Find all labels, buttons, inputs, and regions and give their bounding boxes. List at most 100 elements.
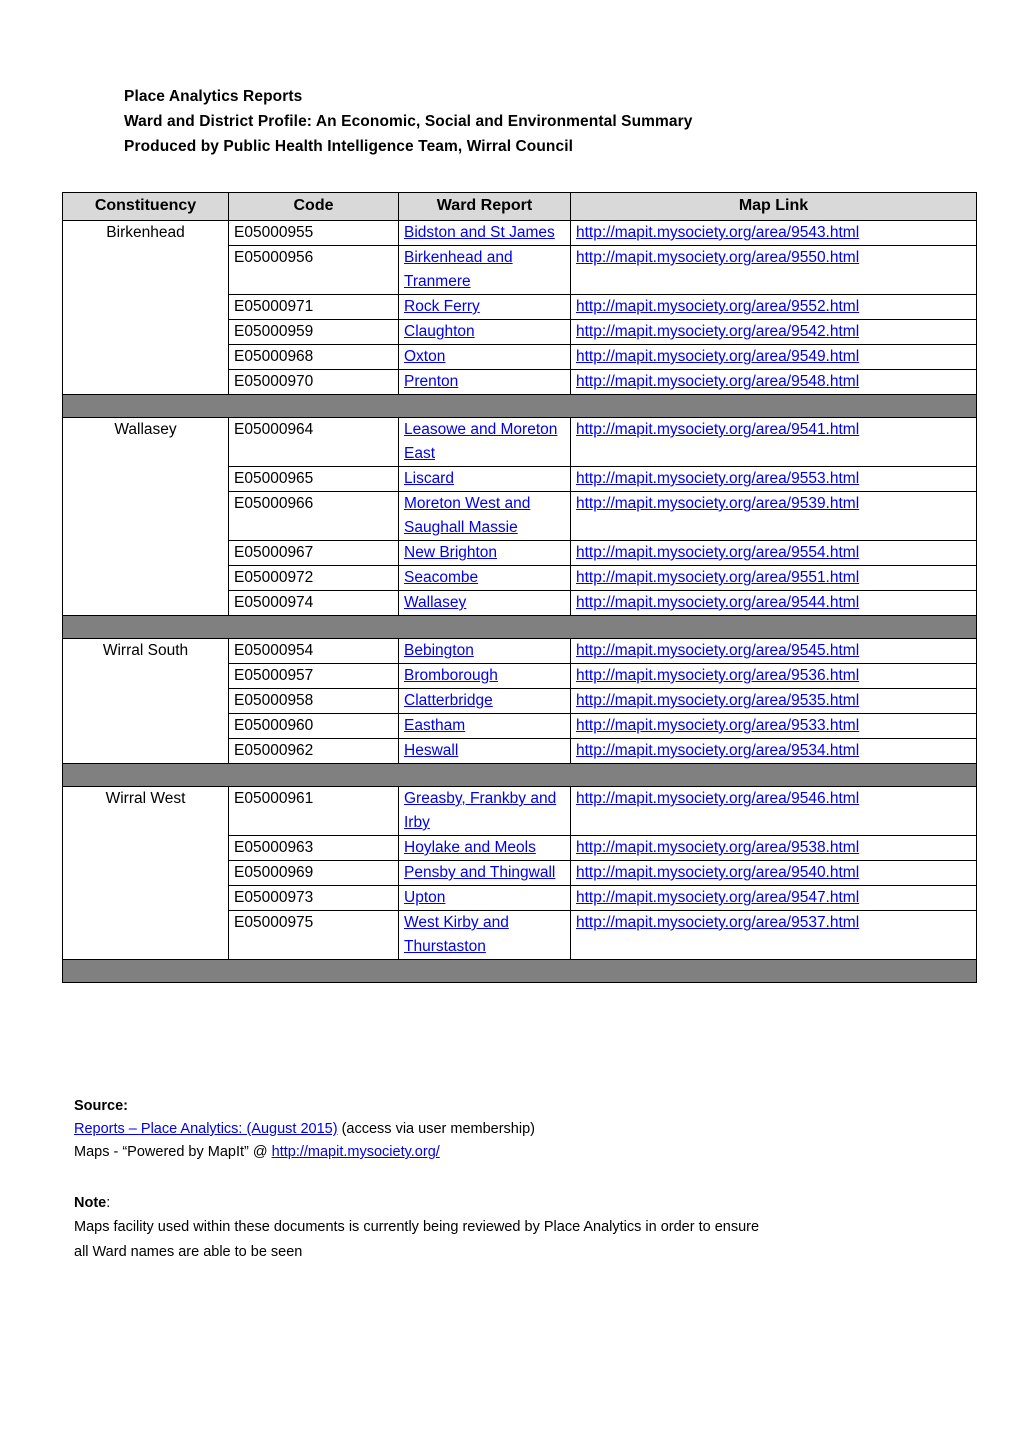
map-link[interactable]: http://mapit.mysociety.org/area/9538.htm…: [576, 839, 859, 856]
map-link[interactable]: http://mapit.mysociety.org/area/9539.htm…: [576, 495, 859, 512]
map-link-cell: http://mapit.mysociety.org/area/9548.htm…: [570, 369, 977, 395]
note-line-1: Maps facility used within these document…: [74, 1219, 760, 1235]
group-separator-band: [62, 394, 977, 418]
table-row: Wallasey E05000964 Leasowe and Moreton Eas…: [62, 417, 977, 616]
ward-report-link[interactable]: Wallasey: [404, 594, 466, 611]
map-link[interactable]: http://mapit.mysociety.org/area/9540.htm…: [576, 864, 859, 881]
ward-report-link[interactable]: Seacombe: [404, 569, 478, 586]
ward-report-cell: Prenton: [398, 369, 571, 395]
ward-report-link[interactable]: Clatterbridge: [404, 692, 493, 709]
map-link[interactable]: http://mapit.mysociety.org/area/9536.htm…: [576, 667, 859, 684]
ward-report-link[interactable]: Bidston and St James: [404, 224, 555, 241]
ward-report-cell: Eastham: [398, 713, 571, 739]
map-link-cell: http://mapit.mysociety.org/area/9542.htm…: [570, 319, 977, 345]
ward-code-cell: E05000967: [228, 540, 399, 566]
ward-code-cell: E05000961: [228, 786, 399, 836]
ward-report-cell: Heswall: [398, 738, 571, 764]
map-link[interactable]: http://mapit.mysociety.org/area/9551.htm…: [576, 569, 859, 586]
table-body: Birkenhead E05000955 Bidston and St James h…: [62, 220, 977, 983]
ward-code-cell: E05000971: [228, 294, 399, 320]
page-title: Place Analytics Reports Ward and Distric…: [124, 84, 924, 159]
ward-code-cell: E05000974: [228, 590, 399, 616]
source-report-line: Reports – Place Analytics: (August 2015)…: [74, 1118, 954, 1141]
ward-report-link[interactable]: Hoylake and Meols: [404, 839, 536, 856]
ward-report-link[interactable]: Birkenhead and Tranmere: [404, 249, 513, 290]
ward-report-link[interactable]: Oxton: [404, 348, 445, 365]
ward-report-cell: New Brighton: [398, 540, 571, 566]
map-link[interactable]: http://mapit.mysociety.org/area/9553.htm…: [576, 470, 859, 487]
ward-report-link[interactable]: New Brighton: [404, 544, 497, 561]
ward-report-link[interactable]: Bebington: [404, 642, 474, 659]
ward-report-link[interactable]: Upton: [404, 889, 445, 906]
map-link[interactable]: http://mapit.mysociety.org/area/9537.htm…: [576, 914, 859, 931]
ward-report-link[interactable]: Pensby and Thingwall: [404, 864, 555, 881]
group-separator-band: [62, 959, 977, 983]
ward-report-cell: Pensby and Thingwall: [398, 860, 571, 886]
map-link-cell: http://mapit.mysociety.org/area/9539.htm…: [570, 491, 977, 541]
ward-code-cell: E05000975: [228, 910, 399, 960]
ward-report-cell: Rock Ferry: [398, 294, 571, 320]
ward-code-cell: E05000969: [228, 860, 399, 886]
map-link[interactable]: http://mapit.mysociety.org/area/9549.htm…: [576, 348, 859, 365]
ward-report-link[interactable]: Eastham: [404, 717, 465, 734]
map-link[interactable]: http://mapit.mysociety.org/area/9545.htm…: [576, 642, 859, 659]
ward-code-cell: E05000959: [228, 319, 399, 345]
source-label-text: Source:: [74, 1098, 128, 1114]
ward-report-link[interactable]: Liscard: [404, 470, 454, 487]
map-link-cell: http://mapit.mysociety.org/area/9538.htm…: [570, 835, 977, 861]
note-line-2: all Ward names are able to be seen: [74, 1244, 303, 1260]
ward-report-cell: Oxton: [398, 344, 571, 370]
ward-code-cell: E05000955: [228, 220, 399, 246]
map-link[interactable]: http://mapit.mysociety.org/area/9544.htm…: [576, 594, 859, 611]
ward-report-link[interactable]: Bromborough: [404, 667, 498, 684]
map-link[interactable]: http://mapit.mysociety.org/area/9535.htm…: [576, 692, 859, 709]
map-link[interactable]: http://mapit.mysociety.org/area/9552.htm…: [576, 298, 859, 315]
ward-report-link[interactable]: West Kirby and Thurstaston: [404, 914, 509, 955]
ward-code-cell: E05000957: [228, 663, 399, 689]
map-link[interactable]: http://mapit.mysociety.org/area/9534.htm…: [576, 742, 859, 759]
note-label: Note:: [74, 1192, 954, 1215]
ward-code-cell: E05000954: [228, 638, 399, 664]
table-header-row: Constituency Code Ward Report Map Link: [62, 192, 977, 221]
map-link[interactable]: http://mapit.mysociety.org/area/9554.htm…: [576, 544, 859, 561]
map-link-cell: http://mapit.mysociety.org/area/9533.htm…: [570, 713, 977, 739]
table-row: Wirral West E05000961 Greasby, Frankby and…: [62, 786, 977, 960]
source-label: Source:: [74, 1095, 954, 1118]
map-link[interactable]: http://mapit.mysociety.org/area/9542.htm…: [576, 323, 859, 340]
ward-report-link[interactable]: Rock Ferry: [404, 298, 480, 315]
ward-report-link[interactable]: Moreton West and Saughall Massie: [404, 495, 530, 536]
map-link-cell: http://mapit.mysociety.org/area/9549.htm…: [570, 344, 977, 370]
ward-report-cell: Seacombe: [398, 565, 571, 591]
ward-report-cell: Claughton: [398, 319, 571, 345]
column-header-code: Code: [228, 192, 399, 221]
group-separator-row: [62, 763, 977, 787]
map-link-cell: http://mapit.mysociety.org/area/9552.htm…: [570, 294, 977, 320]
map-link[interactable]: http://mapit.mysociety.org/area/9541.htm…: [576, 421, 859, 438]
map-link[interactable]: http://mapit.mysociety.org/area/9550.htm…: [576, 249, 859, 266]
map-link[interactable]: http://mapit.mysociety.org/area/9548.htm…: [576, 373, 859, 390]
map-link-cell: http://mapit.mysociety.org/area/9551.htm…: [570, 565, 977, 591]
ward-report-link[interactable]: Greasby, Frankby and Irby: [404, 790, 556, 831]
map-link-cell: http://mapit.mysociety.org/area/9547.htm…: [570, 885, 977, 911]
mapit-homepage-link[interactable]: http://mapit.mysociety.org/: [272, 1144, 440, 1160]
title-line-2: Ward and District Profile: An Economic, …: [124, 113, 693, 130]
ward-code-cell: E05000973: [228, 885, 399, 911]
ward-report-cell: Bidston and St James: [398, 220, 571, 246]
reports-place-analytics-link[interactable]: Reports – Place Analytics: (August 2015): [74, 1121, 338, 1137]
constituency-cell: Wirral South: [62, 638, 229, 764]
title-line-3: Produced by Public Health Intelligence T…: [124, 138, 574, 155]
map-link[interactable]: http://mapit.mysociety.org/area/9533.htm…: [576, 717, 859, 734]
ward-report-link[interactable]: Heswall: [404, 742, 458, 759]
map-link[interactable]: http://mapit.mysociety.org/area/9543.htm…: [576, 224, 859, 241]
ward-report-link[interactable]: Leasowe and Moreton East: [404, 421, 557, 462]
constituency-cell: Wallasey: [62, 417, 229, 616]
ward-report-cell: Upton: [398, 885, 571, 911]
column-header-constituency: Constituency: [62, 192, 229, 221]
note-label-text: Note: [74, 1195, 107, 1211]
map-link-cell: http://mapit.mysociety.org/area/9535.htm…: [570, 688, 977, 714]
map-link[interactable]: http://mapit.mysociety.org/area/9546.htm…: [576, 790, 859, 807]
ward-report-link[interactable]: Prenton: [404, 373, 458, 390]
ward-report-link[interactable]: Claughton: [404, 323, 475, 340]
footer-notes: Source: Reports – Place Analytics: (Augu…: [74, 1095, 954, 1265]
map-link[interactable]: http://mapit.mysociety.org/area/9547.htm…: [576, 889, 859, 906]
